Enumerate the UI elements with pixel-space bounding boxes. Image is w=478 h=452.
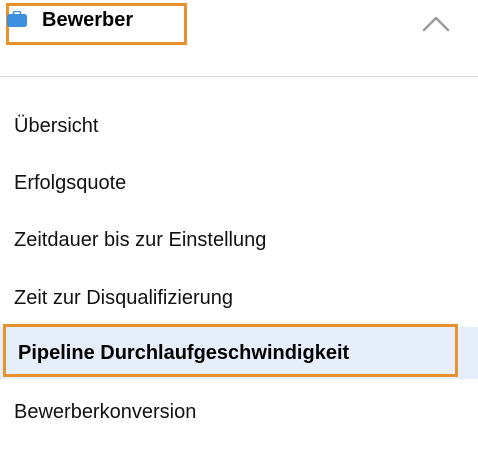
nav-item-label: Erfolgsquote [14, 172, 127, 194]
nav-item-zeit-zur-disqualifizierung[interactable]: Zeit zur Disqualifizierung [0, 272, 478, 324]
nav-item-erfolgsquote[interactable]: Erfolgsquote [0, 157, 478, 209]
nav-item-label: Zeitdauer bis zur Einstellung [14, 229, 267, 251]
nav-item-ubersicht[interactable]: Übersicht [0, 100, 478, 152]
briefcase-icon [7, 10, 27, 27]
nav-item-label: Bewerberkonversion [14, 401, 197, 423]
nav-item-zeitdauer-bis-zur-einstellung[interactable]: Zeitdauer bis zur Einstellung [0, 214, 478, 266]
nav-item-label: Pipeline Durchlaufgeschwindigkeit [18, 342, 350, 364]
nav-item-label: Zeit zur Disqualifizierung [14, 287, 233, 309]
nav-item-label: Übersicht [14, 115, 99, 137]
nav-item-pipeline-durchlaufgeschwindigkeit[interactable]: Pipeline Durchlaufgeschwindigkeit [0, 327, 478, 379]
section-header[interactable]: Bewerber [0, 0, 478, 77]
chevron-up-icon[interactable] [418, 8, 454, 40]
nav-item-bewerberkonversion[interactable]: Bewerberkonversion [0, 386, 478, 438]
section-title: Bewerber [42, 9, 134, 31]
